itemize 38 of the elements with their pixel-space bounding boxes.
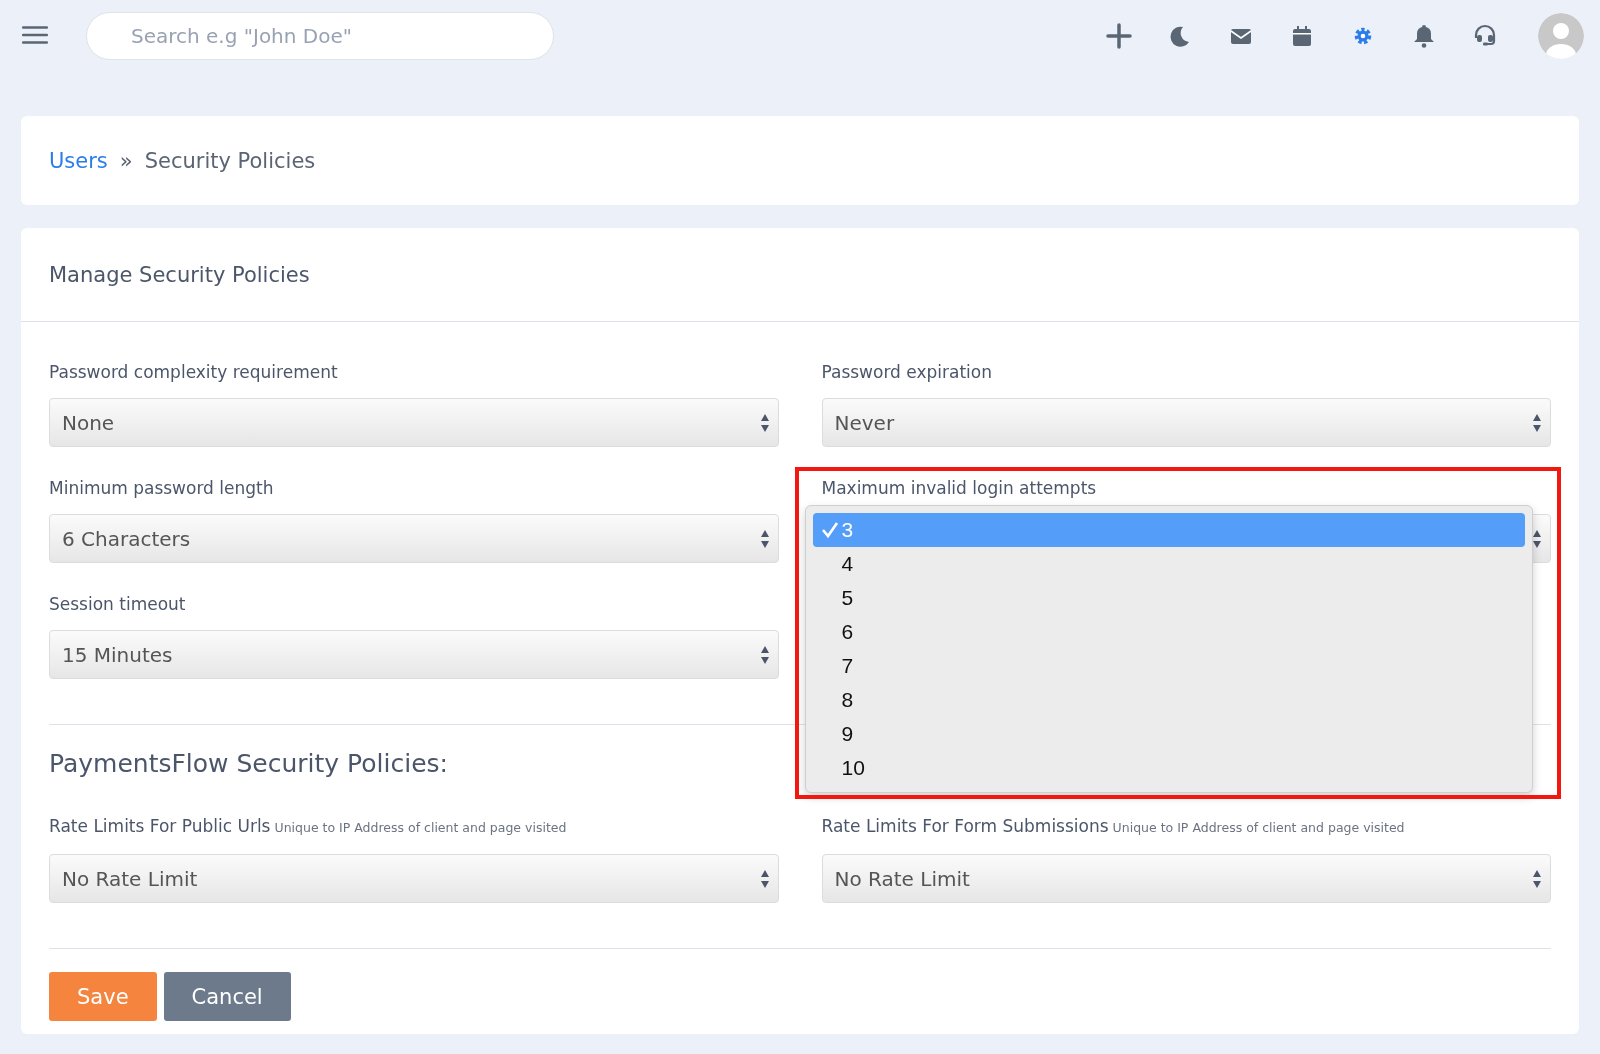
select-field[interactable]: 6 Characters (49, 514, 779, 563)
field-label: Rate Limits For Form Submissions (821, 816, 1109, 836)
select-field[interactable]: None (49, 398, 779, 447)
field-label: Password complexity requirement (49, 362, 338, 382)
cancel-button[interactable]: Cancel (163, 972, 291, 1021)
select-field[interactable]: No Rate Limit (821, 854, 1551, 903)
section-title: PaymentsFlow Security Policies: (49, 749, 448, 779)
field-label: Maximum invalid login attempts (821, 478, 1097, 498)
breadcrumb-link[interactable]: Users (49, 148, 108, 173)
dropdown-option[interactable]: 5 (812, 581, 1525, 615)
field-label: Session timeout (49, 594, 186, 614)
dropdown-option[interactable]: 8 (812, 683, 1525, 717)
select-field[interactable]: 15 Minutes (49, 630, 779, 679)
sort-arrows-icon (759, 529, 770, 549)
breadcrumb-separator: » (119, 148, 133, 173)
plus-icon[interactable] (1105, 22, 1133, 50)
sort-arrows-icon (1532, 529, 1542, 549)
sort-arrows-icon (759, 413, 770, 433)
breadcrumb-current: Security Policies (144, 148, 316, 173)
sort-arrows-icon (1532, 869, 1542, 889)
select-field[interactable]: Never (821, 398, 1551, 447)
dropdown-option[interactable]: 9 (812, 717, 1525, 751)
sort-arrows-icon (1532, 413, 1542, 433)
dropdown-option[interactable]: 6 (812, 615, 1525, 649)
field-label: Password expiration (821, 362, 992, 382)
card-title: Manage Security Policies (49, 262, 310, 287)
dropdown-option[interactable]: 7 (812, 649, 1525, 683)
select-field[interactable]: No Rate Limit (49, 854, 779, 903)
field-label: Rate Limits For Public Urls (49, 816, 271, 836)
field-hint: Unique to IP Address of client and page visited (1112, 820, 1405, 835)
sort-arrows-icon (759, 869, 770, 889)
sort-arrows-icon (759, 645, 770, 665)
search-field[interactable]: Search e.g "John Doe" (86, 12, 554, 60)
dropdown-option[interactable]: 10 (812, 751, 1525, 785)
field-hint: Unique to IP Address of client and page visited (274, 820, 567, 835)
check-icon (820, 521, 839, 539)
field-label: Minimum password length (49, 478, 274, 498)
dropdown-option[interactable]: 4 (812, 547, 1525, 581)
